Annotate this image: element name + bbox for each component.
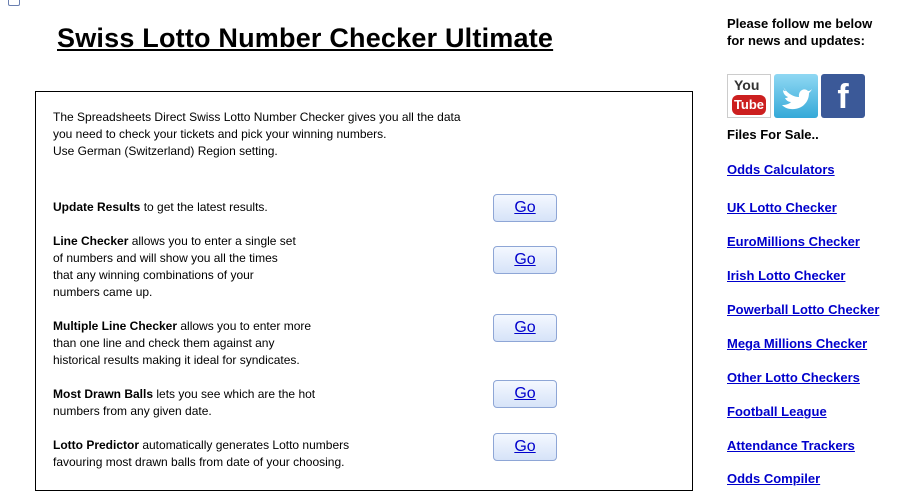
twitter-icon[interactable] [774, 74, 818, 118]
youtube-icon[interactable]: You Tube [727, 74, 771, 118]
feature-desc: allows you to enter a single set [128, 234, 296, 248]
files-for-sale-heading: Files For Sale.. [727, 127, 819, 142]
multiple-line-checker-go-button[interactable]: Go [493, 314, 557, 342]
link-irish-lotto-checker[interactable]: Irish Lotto Checker [727, 268, 845, 283]
feature-desc: that any winning combinations of your [53, 268, 254, 282]
follow-line: for news and updates: [727, 33, 865, 48]
select-all-box[interactable] [8, 0, 20, 6]
lotto-predictor-go-button[interactable]: Go [493, 433, 557, 461]
feature-name: Line Checker [53, 234, 129, 248]
link-other-lotto-checkers[interactable]: Other Lotto Checkers [727, 370, 860, 385]
link-uk-lotto-checker[interactable]: UK Lotto Checker [727, 200, 837, 215]
feature-lotto-predictor: Lotto Predictor automatically generates … [53, 437, 349, 471]
feature-desc: numbers came up. [53, 285, 153, 299]
update-results-go-button[interactable]: Go [493, 194, 557, 222]
feature-desc: favouring most drawn balls from date of … [53, 455, 345, 469]
intro-line: Use German (Switzerland) Region setting. [53, 144, 278, 158]
link-odds-calculators[interactable]: Odds Calculators [727, 162, 835, 177]
feature-name: Multiple Line Checker [53, 319, 178, 333]
feature-desc: to get the latest results. [140, 200, 268, 214]
line-checker-go-button[interactable]: Go [493, 246, 557, 274]
twitter-bird-icon [782, 87, 812, 110]
most-drawn-balls-go-button[interactable]: Go [493, 380, 557, 408]
intro-text: The Spreadsheets Direct Swiss Lotto Numb… [53, 109, 461, 160]
feature-desc: of numbers and will show you all the tim… [53, 251, 278, 265]
follow-text: Please follow me below for news and upda… [727, 15, 872, 49]
link-mega-millions-checker[interactable]: Mega Millions Checker [727, 336, 867, 351]
feature-line-checker: Line Checker allows you to enter a singl… [53, 233, 296, 301]
link-attendance-trackers[interactable]: Attendance Trackers [727, 438, 855, 453]
feature-name: Update Results [53, 200, 141, 214]
intro-line: you need to check your tickets and pick … [53, 127, 387, 141]
feature-desc: than one line and check them against any [53, 336, 275, 350]
youtube-tube-text: Tube [732, 95, 766, 115]
feature-name: Most Drawn Balls [53, 387, 154, 401]
intro-line: The Spreadsheets Direct Swiss Lotto Numb… [53, 110, 461, 124]
feature-multiple-line-checker: Multiple Line Checker allows you to ente… [53, 318, 311, 369]
feature-name: Lotto Predictor [53, 438, 139, 452]
feature-desc: historical results making it ideal for s… [53, 353, 300, 367]
facebook-icon[interactable]: f [821, 74, 865, 118]
feature-desc: numbers from any given date. [53, 404, 212, 418]
feature-most-drawn-balls: Most Drawn Balls lets you see which are … [53, 386, 315, 420]
youtube-you-text: You [734, 77, 760, 93]
feature-update-results: Update Results to get the latest results… [53, 199, 268, 216]
link-odds-compiler[interactable]: Odds Compiler [727, 471, 820, 486]
link-euromillions-checker[interactable]: EuroMillions Checker [727, 234, 860, 249]
follow-line: Please follow me below [727, 16, 873, 31]
page-title: Swiss Lotto Number Checker Ultimate [57, 23, 554, 53]
link-powerball-lotto-checker[interactable]: Powerball Lotto Checker [727, 302, 879, 317]
feature-desc: automatically generates Lotto numbers [139, 438, 350, 452]
feature-desc: lets you see which are the hot [153, 387, 316, 401]
link-football-league[interactable]: Football League [727, 404, 827, 419]
feature-desc: allows you to enter more [177, 319, 312, 333]
